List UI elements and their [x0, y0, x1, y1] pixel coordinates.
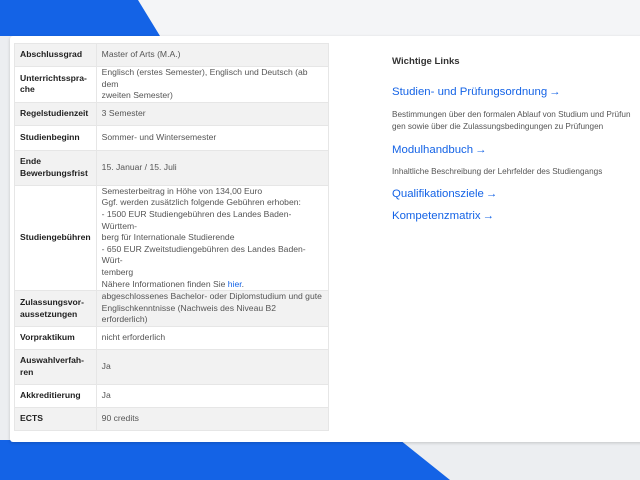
row-value: nicht erforderlich [95, 325, 330, 350]
row-label: Unterrichtsspra­che [14, 66, 97, 103]
link-description: Inhaltliche Beschreibung der Lehrfelder … [392, 166, 602, 178]
row-label: Regelstudienzeit [14, 101, 97, 126]
table-row: Zulassungsvor­aussetzungen abgeschlossen… [14, 290, 330, 327]
table-row: Unterrichtsspra­che Englisch (erstes Sem… [14, 66, 330, 103]
link-qualifikationsziele[interactable]: Qualifikationsziele → [392, 188, 497, 200]
table-row: Abschlussgrad Master of Arts (M.A.) [14, 43, 330, 67]
more-info-text: Nähere Informationen finden Sie [101, 278, 228, 289]
value-line: temberg [101, 266, 134, 277]
value-line: - 1500 EUR Studiengebühren des Landes Ba… [101, 208, 292, 231]
value-line: abgeschlossenes Bachelor- oder Diplomstu… [101, 291, 322, 302]
row-value: Ja [95, 348, 330, 385]
value-line: Nähere Informationen finden Sie hier. [102, 279, 323, 291]
table-row: ECTS 90 credits [14, 406, 330, 431]
value-line: berg für Internationale Studierende [101, 232, 235, 243]
value-line: Englisch (erstes Semester), Englisch und… [101, 67, 308, 89]
program-facts-table: Abschlussgrad Master of Arts (M.A.) Unte… [14, 43, 330, 431]
value-line: Englischkenntnisse (Nachweis des Niveau … [101, 302, 277, 325]
table-row: Vorpraktikum nicht erforderlich [14, 325, 330, 350]
row-value: Sommer- und Wintersemester [95, 124, 330, 151]
row-value: Ja [95, 383, 330, 408]
row-value: 15. Januar / 15. Juli [95, 149, 330, 186]
table-row: Studienbeginn Sommer- und Wintersemester [14, 124, 330, 151]
brand-shape-bottom [0, 440, 450, 480]
table-row: Ende Bewerbungsfrist 15. Januar / 15. Ju… [14, 149, 330, 186]
row-value: Englisch (erstes Semester), Englisch und… [95, 66, 330, 103]
links-heading: Wichtige Links [392, 56, 460, 67]
arrow-right-icon: → [485, 188, 498, 200]
brand-shape-top [0, 0, 160, 36]
more-info-suffix: . [241, 278, 245, 289]
row-label: Studiengebühren [14, 184, 97, 292]
value-line: - 650 EUR Zweitstudiengebühren des Lande… [101, 243, 306, 266]
table-row: Akkreditierung Ja [14, 383, 330, 408]
row-label: Akkreditierung [14, 383, 97, 408]
row-label: Zulassungsvor­aussetzungen [14, 290, 97, 327]
row-value: 3 Semester [95, 101, 330, 126]
value-line: Ggf. werden zusätzlich folgende Gebühren… [101, 197, 301, 208]
link-description: Bestimmungen über den formalen Ablauf vo… [392, 109, 631, 133]
value-line: zweiten Semester) [101, 90, 173, 101]
row-value: Semesterbeitrag in Höhe von 134,00 Euro … [95, 184, 330, 292]
row-label: ECTS [14, 406, 97, 431]
row-label: Vorpraktikum [14, 325, 97, 350]
row-label: Ende Bewerbungsfrist [14, 149, 97, 186]
link-label: Kompetenzmatrix [392, 210, 481, 222]
row-value: 90 credits [95, 406, 330, 431]
row-value: abgeschlossenes Bachelor- oder Diplomstu… [95, 290, 330, 327]
link-kompetenzmatrix[interactable]: Kompetenzmatrix → [392, 210, 494, 222]
value-line: Semesterbeitrag in Höhe von 134,00 Euro [101, 185, 263, 196]
arrow-right-icon: → [549, 86, 561, 98]
more-info-link[interactable]: hier [228, 279, 242, 289]
table-row: Auswahlverfah­ren Ja [14, 348, 330, 385]
row-label: Abschlussgrad [14, 43, 97, 67]
link-label: Qualifikationsziele [392, 188, 484, 200]
description-line: Bestimmungen über den formalen Ablauf vo… [392, 110, 631, 119]
link-label: Studien- und Prüfungsordnung [392, 86, 548, 98]
table-row: Regelstudienzeit 3 Semester [14, 101, 330, 126]
arrow-right-icon: → [475, 144, 487, 156]
arrow-right-icon: → [482, 210, 495, 222]
table-row: Studiengebühren Semesterbeitrag in Höhe … [14, 184, 330, 292]
description-line: Inhaltliche Beschreibung der Lehrfelder … [392, 167, 603, 176]
description-line: gen sowie über die Zulassungsbedingungen… [392, 122, 604, 131]
row-value: Master of Arts (M.A.) [95, 43, 330, 67]
link-pruefungsordnung[interactable]: Studien- und Prüfungsordnung → [392, 86, 561, 98]
link-modulhandbuch[interactable]: Modulhandbuch → [392, 144, 486, 156]
link-label: Modulhandbuch [392, 144, 474, 156]
row-label: Studienbeginn [14, 124, 97, 151]
row-label: Auswahlverfah­ren [14, 348, 97, 385]
program-info-card: Abschlussgrad Master of Arts (M.A.) Unte… [10, 36, 640, 442]
